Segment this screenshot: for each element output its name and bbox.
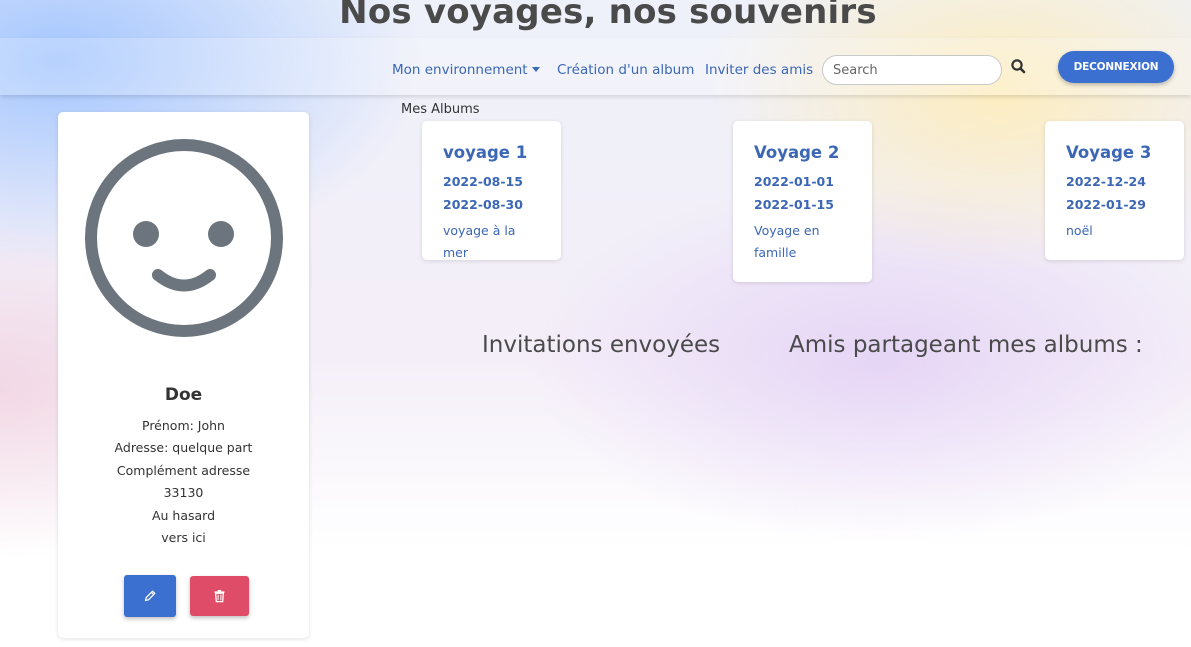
profile-postal-code: 33130 (163, 485, 204, 500)
logout-button[interactable]: DECONNEXION (1058, 51, 1174, 83)
profile-address-complement: Complément adresse (116, 463, 251, 478)
album-description: noël (1066, 223, 1093, 238)
album-end-date: 2022-08-30 (443, 197, 523, 212)
album-card[interactable]: Voyage 2 2022-01-01 2022-01-15 Voyage en… (733, 121, 872, 282)
nav-environment-dropdown[interactable]: Mon environnement (392, 62, 540, 78)
album-end-date: 2022-01-15 (754, 197, 834, 212)
profile-first-name: Prénom: John (142, 418, 225, 433)
profile-city: Au hasard (151, 508, 216, 523)
album-title: Voyage 2 (754, 143, 840, 162)
friends-heading: Amis partageant mes albums : (789, 332, 1143, 358)
album-card[interactable]: Voyage 3 2022-12-24 2022-01-29 noël (1045, 121, 1184, 260)
album-end-date: 2022-01-29 (1066, 197, 1146, 212)
smiley-face-icon (85, 139, 283, 337)
nav-create-album-link[interactable]: Création d'un album (557, 62, 694, 78)
album-description: voyage à la mer (443, 223, 516, 260)
album-description: Voyage en famille (754, 223, 820, 260)
album-start-date: 2022-12-24 (1066, 174, 1146, 189)
top-navbar: Mon environnement Création d'un album In… (0, 38, 1191, 95)
profile-country: vers ici (161, 530, 206, 545)
edit-profile-button[interactable] (124, 575, 176, 617)
profile-last-name: Doe (164, 385, 203, 405)
delete-profile-button[interactable] (190, 576, 249, 616)
nav-invite-friends-link[interactable]: Inviter des amis (705, 62, 813, 78)
profile-address: Adresse: quelque part (114, 440, 253, 455)
album-title: Voyage 3 (1066, 143, 1152, 162)
album-card[interactable]: voyage 1 2022-08-15 2022-08-30 voyage à … (422, 121, 561, 260)
site-title: Nos voyages, nos souvenirs (339, 0, 877, 32)
pencil-icon (144, 590, 156, 602)
nav-environment-label: Mon environnement (392, 62, 528, 78)
album-start-date: 2022-01-01 (754, 174, 834, 189)
trash-icon (214, 590, 225, 603)
invitations-heading: Invitations envoyées (482, 332, 721, 358)
search-icon[interactable] (1010, 58, 1028, 76)
album-start-date: 2022-08-15 (443, 174, 523, 189)
profile-card: Doe Prénom: John Adresse: quelque part C… (58, 112, 309, 638)
caret-down-icon (531, 67, 540, 72)
album-title: voyage 1 (443, 143, 528, 162)
albums-heading: Mes Albums (401, 102, 480, 117)
search-input[interactable] (822, 55, 1002, 85)
